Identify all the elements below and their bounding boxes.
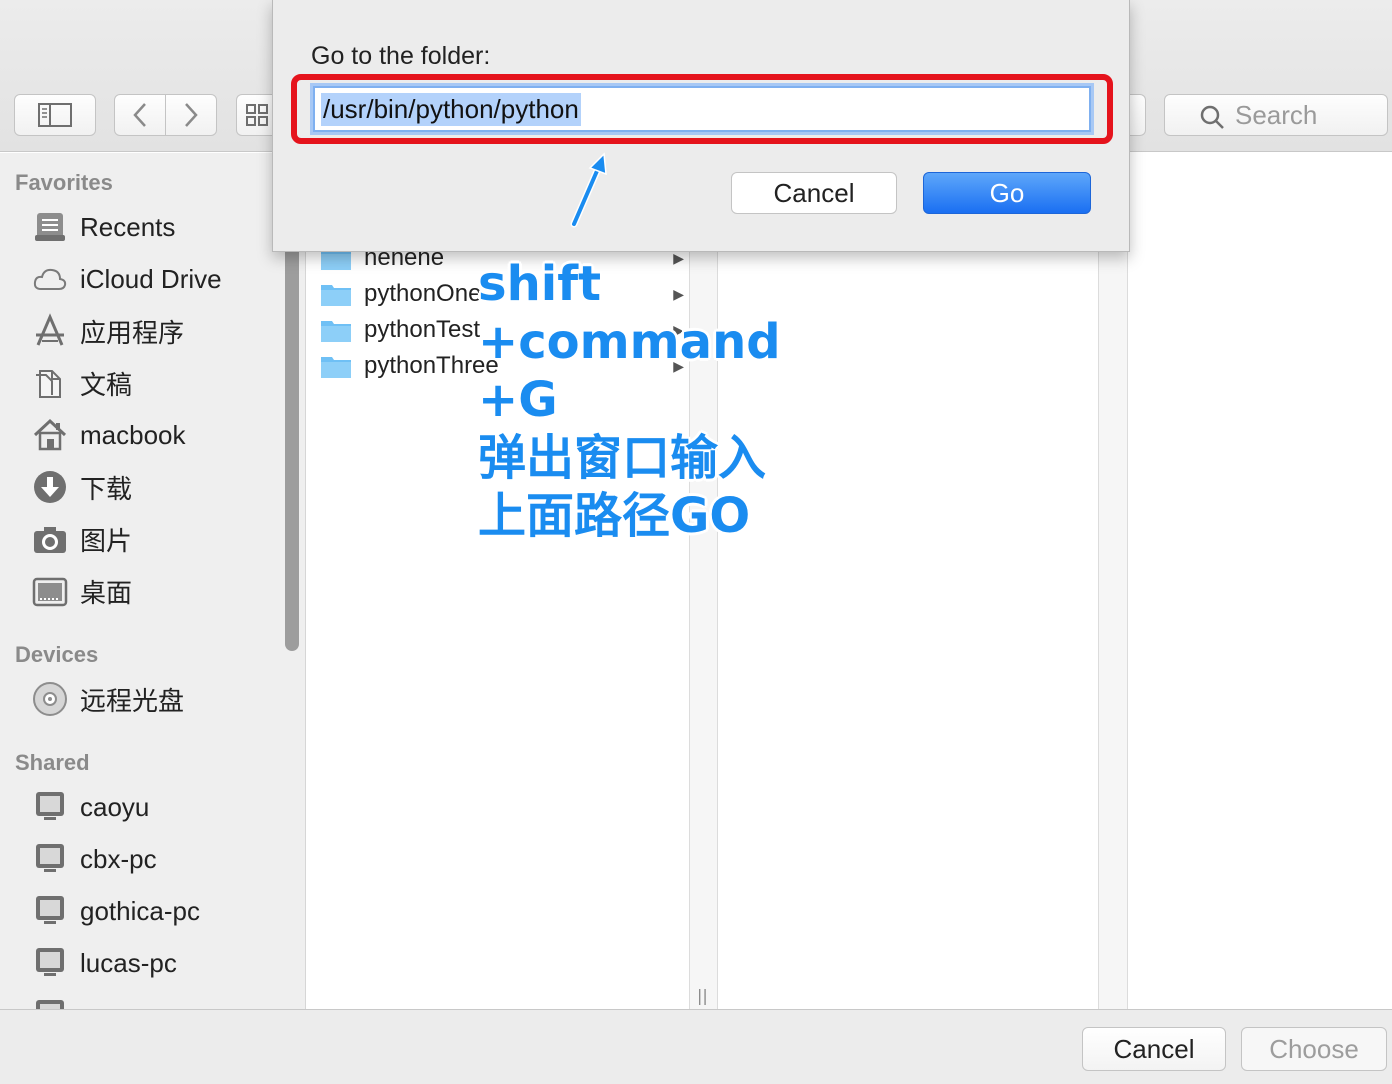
goto-folder-sheet: Go to the folder: /usr/bin/python/python… bbox=[272, 0, 1130, 252]
sidebar-item-desktop[interactable]: 桌面 bbox=[30, 569, 280, 613]
annotation-line: shift bbox=[478, 256, 602, 312]
search-icon bbox=[1200, 105, 1224, 129]
sidebar-item-truncated[interactable] bbox=[30, 993, 280, 1009]
documents-icon bbox=[30, 363, 70, 403]
computer-icon bbox=[30, 943, 70, 983]
annotation-line: 上面路径GO bbox=[478, 488, 751, 544]
annotation-line: +G bbox=[478, 372, 558, 428]
annotation-line: 弹出窗口输入 bbox=[478, 430, 767, 486]
sidebar-item-pictures[interactable]: 图片 bbox=[30, 517, 280, 561]
computer-icon bbox=[30, 995, 70, 1009]
sidebar: Favorites Recents iCloud Drive 应用程序 文稿 m… bbox=[0, 153, 306, 1009]
sheet-cancel-button[interactable]: Cancel bbox=[731, 172, 897, 214]
sidebar-item-applications[interactable]: 应用程序 bbox=[30, 309, 280, 353]
sidebar-item-documents[interactable]: 文稿 bbox=[30, 361, 280, 405]
sidebar-item-recents[interactable]: Recents bbox=[30, 205, 280, 249]
devices-header: Devices bbox=[15, 642, 99, 667]
forward-button[interactable] bbox=[165, 94, 217, 136]
sidebar-item-label: caoyu bbox=[80, 791, 150, 822]
column-divider[interactable] bbox=[1098, 153, 1128, 1009]
sidebar-item-home[interactable]: macbook bbox=[30, 413, 280, 457]
sidebar-toggle-button[interactable] bbox=[14, 94, 96, 136]
camera-icon bbox=[30, 519, 70, 559]
sidebar-item-label: macbook bbox=[80, 419, 186, 450]
computer-icon bbox=[30, 891, 70, 931]
choose-button[interactable]: Choose bbox=[1241, 1027, 1387, 1071]
sidebar-item-label: 应用程序 bbox=[80, 317, 185, 348]
sheet-title: Go to the folder: bbox=[311, 42, 491, 70]
sidebar-item-label: lucas-pc bbox=[80, 947, 177, 978]
sidebar-item-downloads[interactable]: 下载 bbox=[30, 465, 280, 509]
home-icon bbox=[30, 415, 70, 455]
sidebar-item-cbx-pc[interactable]: cbx-pc bbox=[30, 837, 280, 881]
column-resize-handle[interactable]: || bbox=[697, 986, 708, 1005]
sidebar-item-gothica-pc[interactable]: gothica-pc bbox=[30, 889, 280, 933]
search-field[interactable]: Search bbox=[1164, 94, 1388, 136]
sidebar-item-label: gothica-pc bbox=[80, 895, 200, 926]
favorites-header: Favorites bbox=[15, 170, 113, 195]
desktop-icon bbox=[30, 571, 70, 611]
chevron-right-icon bbox=[185, 103, 198, 127]
sidebar-item-label: iCloud Drive bbox=[80, 263, 222, 294]
file-name: pythonOne bbox=[364, 280, 482, 307]
annotation-text: shift +command +G 弹出窗口输入 上面路径GO bbox=[478, 255, 781, 545]
shared-header: Shared bbox=[15, 750, 90, 775]
sidebar-item-label: 桌面 bbox=[80, 577, 133, 608]
sidebar-item-label: 远程光盘 bbox=[80, 685, 185, 716]
computer-icon bbox=[30, 839, 70, 879]
cancel-button[interactable]: Cancel bbox=[1082, 1027, 1226, 1071]
sidebar-item-label: 下载 bbox=[80, 473, 133, 504]
back-button[interactable] bbox=[114, 94, 166, 136]
sidebar-item-lucas-pc[interactable]: lucas-pc bbox=[30, 941, 280, 985]
applications-icon bbox=[30, 311, 70, 351]
sidebar-item-label: cbx-pc bbox=[80, 843, 157, 874]
computer-icon bbox=[30, 787, 70, 827]
sidebar-item-label: 文稿 bbox=[80, 369, 133, 400]
sidebar-item-icloud-drive[interactable]: iCloud Drive bbox=[30, 257, 280, 301]
view-mode-button[interactable] bbox=[236, 94, 276, 136]
file-name: pythonTest bbox=[364, 316, 481, 343]
sidebar-item-remote-disc[interactable]: 远程光盘 bbox=[30, 677, 280, 721]
chevron-left-icon bbox=[133, 103, 146, 127]
disc-icon bbox=[30, 679, 70, 719]
sidebar-icon bbox=[38, 103, 72, 127]
folder-icon bbox=[320, 281, 352, 307]
search-placeholder: Search bbox=[1235, 99, 1318, 130]
grid-icon bbox=[245, 104, 268, 126]
annotation-line: +command bbox=[478, 314, 781, 370]
sidebar-item-caoyu[interactable]: caoyu bbox=[30, 785, 280, 829]
sidebar-item-label: 图片 bbox=[80, 525, 133, 556]
annotation-arrow-icon bbox=[570, 152, 607, 228]
folder-icon bbox=[320, 353, 352, 379]
downloads-icon bbox=[30, 467, 70, 507]
recents-icon bbox=[30, 207, 70, 247]
cloud-icon bbox=[30, 259, 70, 299]
sidebar-item-label: Recents bbox=[80, 211, 176, 242]
highlight-box bbox=[291, 74, 1113, 144]
go-button[interactable]: Go bbox=[923, 172, 1091, 214]
folder-icon bbox=[320, 317, 352, 343]
